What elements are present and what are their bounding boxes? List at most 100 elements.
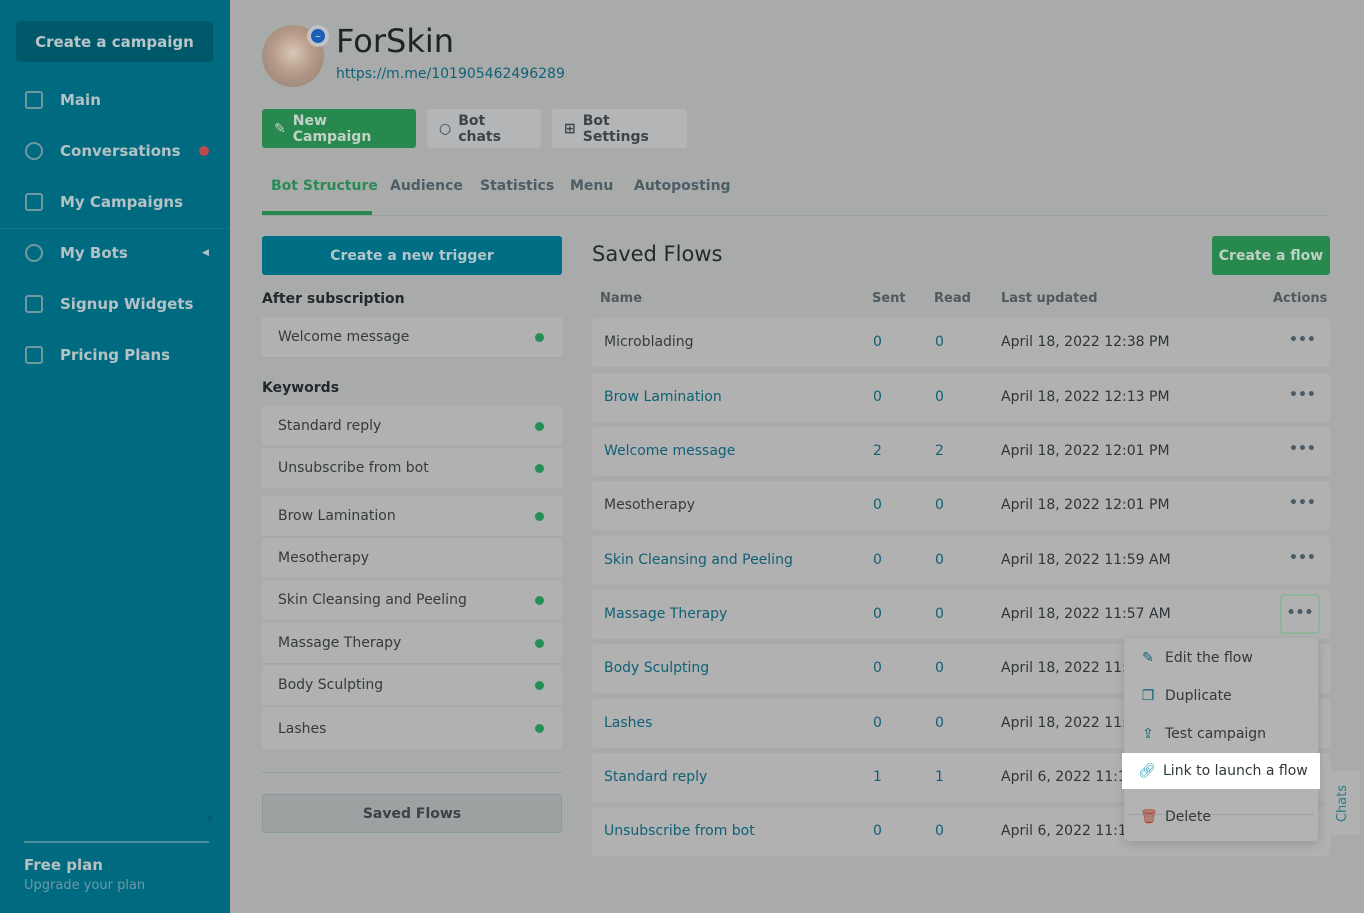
menu-label: Edit the flow xyxy=(1165,650,1253,666)
flow-name: Microblading xyxy=(604,334,694,350)
divider xyxy=(262,772,562,773)
read-count[interactable]: 2 xyxy=(935,443,944,459)
trigger-item[interactable]: Lashes xyxy=(262,707,562,751)
tab-bot-structure[interactable]: Bot Structure xyxy=(271,178,378,194)
flow-name[interactable]: Unsubscribe from bot xyxy=(604,823,755,839)
sent-count[interactable]: 0 xyxy=(873,334,882,350)
menu-item-duplicate[interactable]: ❐ Duplicate xyxy=(1124,678,1318,714)
trigger-item[interactable]: Skin Cleansing and Peeling xyxy=(262,580,562,621)
column-header: Last updated xyxy=(1001,291,1098,306)
more-actions-icon[interactable]: ••• xyxy=(1289,493,1316,517)
sent-count[interactable]: 1 xyxy=(873,769,882,785)
sent-count[interactable]: 2 xyxy=(873,443,882,459)
bot-url-link[interactable]: https://m.me/101905462496289 xyxy=(336,66,565,82)
trigger-item[interactable]: Standard reply xyxy=(262,406,562,447)
last-updated: April 18, 2022 12:01 PM xyxy=(1001,443,1170,459)
item-label: Unsubscribe from bot xyxy=(278,460,429,476)
wallet-icon xyxy=(25,346,43,364)
sidebar-item-my-campaigns[interactable]: My Campaigns xyxy=(0,182,230,222)
trigger-item[interactable]: Welcome message xyxy=(262,317,562,358)
status-dot xyxy=(535,421,544,431)
more-actions-icon[interactable]: ••• xyxy=(1289,548,1316,572)
collapse-sidebar-icon[interactable]: ‹ xyxy=(206,808,213,829)
status-dot xyxy=(535,680,544,690)
read-count[interactable]: 0 xyxy=(935,606,944,622)
last-updated: April 6, 2022 11:1 xyxy=(1001,823,1127,839)
read-count[interactable]: 0 xyxy=(935,823,944,839)
item-label: Brow Lamination xyxy=(278,508,396,524)
sidebar-item-my-bots[interactable]: My Bots ◀ xyxy=(0,233,230,273)
sent-count[interactable]: 0 xyxy=(873,660,882,676)
new-campaign-button[interactable]: ✎ New Campaign xyxy=(262,109,416,148)
saved-flows-button[interactable]: Saved Flows xyxy=(262,794,562,833)
sent-count[interactable]: 0 xyxy=(873,606,882,622)
more-actions-icon[interactable]: ••• xyxy=(1280,594,1320,634)
page-title: ForSkin xyxy=(336,22,455,60)
item-label: Body Sculpting xyxy=(278,677,384,693)
tab-menu[interactable]: Menu xyxy=(570,178,613,194)
read-count[interactable]: 0 xyxy=(935,334,944,350)
saved-flows-title: Saved Flows xyxy=(592,242,723,266)
last-updated: April 18, 2022 11: xyxy=(1001,715,1127,731)
tab-audience[interactable]: Audience xyxy=(390,178,463,194)
bot-chats-button[interactable]: ○ Bot chats xyxy=(427,109,541,148)
status-dot xyxy=(535,638,544,648)
trigger-item[interactable]: Body Sculpting xyxy=(262,665,562,706)
status-dot xyxy=(535,332,544,342)
status-dot xyxy=(535,463,544,473)
flow-name[interactable]: Skin Cleansing and Peeling xyxy=(604,552,793,568)
upgrade-plan-link[interactable]: Upgrade your plan xyxy=(24,878,145,893)
trigger-item[interactable]: Mesotherapy xyxy=(262,538,562,579)
flow-name[interactable]: Welcome message xyxy=(604,443,735,459)
last-updated: April 18, 2022 11: xyxy=(1001,660,1127,676)
sent-count[interactable]: 0 xyxy=(873,715,882,731)
trigger-item[interactable]: Brow Lamination xyxy=(262,496,562,537)
more-actions-icon[interactable]: ••• xyxy=(1289,439,1316,463)
flow-name[interactable]: Brow Lamination xyxy=(604,389,722,405)
sent-count[interactable]: 0 xyxy=(873,823,882,839)
create-flow-button[interactable]: Create a flow xyxy=(1212,236,1330,275)
sent-count[interactable]: 0 xyxy=(873,552,882,568)
last-updated: April 18, 2022 11:59 AM xyxy=(1001,552,1171,568)
create-campaign-button[interactable]: Create a campaign xyxy=(16,21,213,62)
read-count[interactable]: 0 xyxy=(935,660,944,676)
flow-name[interactable]: Lashes xyxy=(604,715,652,731)
flow-row: Skin Cleansing and Peeling 0 0 April 18,… xyxy=(592,536,1330,585)
flow-row: Brow Lamination 0 0 April 18, 2022 12:13… xyxy=(592,373,1330,422)
sidebar-item-conversations[interactable]: Conversations xyxy=(0,131,230,171)
chat-icon: ○ xyxy=(439,120,452,137)
messenger-icon: ~ xyxy=(311,29,325,43)
flow-name[interactable]: Massage Therapy xyxy=(604,606,727,622)
read-count[interactable]: 0 xyxy=(935,552,944,568)
sent-count[interactable]: 0 xyxy=(873,389,882,405)
create-trigger-button[interactable]: Create a new trigger xyxy=(262,236,562,275)
column-header: Sent xyxy=(872,291,906,306)
read-count[interactable]: 0 xyxy=(935,389,944,405)
flow-name[interactable]: Standard reply xyxy=(604,769,707,785)
more-actions-icon[interactable]: ••• xyxy=(1289,330,1316,354)
flow-name[interactable]: Body Sculpting xyxy=(604,660,709,676)
chats-tab[interactable]: Chats xyxy=(1326,771,1360,835)
trigger-item[interactable]: Massage Therapy xyxy=(262,623,562,664)
menu-item-edit[interactable]: ✎ Edit the flow xyxy=(1124,640,1318,676)
nav-label: Conversations xyxy=(60,142,181,160)
tab-autoposting[interactable]: Autoposting xyxy=(634,178,731,194)
read-count[interactable]: 0 xyxy=(935,497,944,513)
item-label: Skin Cleansing and Peeling xyxy=(278,592,467,608)
menu-item-link[interactable]: 🔗︎ Link to launch a flow xyxy=(1122,753,1320,789)
plan-title: Free plan xyxy=(24,856,103,874)
read-count[interactable]: 1 xyxy=(935,769,944,785)
sent-count[interactable]: 0 xyxy=(873,497,882,513)
menu-label: Test campaign xyxy=(1165,726,1267,742)
sidebar-item-main[interactable]: Main xyxy=(0,80,230,120)
menu-item-delete[interactable]: 🗑︎ Delete xyxy=(1124,799,1318,835)
last-updated: April 18, 2022 12:01 PM xyxy=(1001,497,1170,513)
sidebar-item-pricing-plans[interactable]: Pricing Plans xyxy=(0,335,230,375)
bot-settings-button[interactable]: ⊞ Bot Settings xyxy=(552,109,687,148)
sidebar-item-signup-widgets[interactable]: Signup Widgets xyxy=(0,284,230,324)
read-count[interactable]: 0 xyxy=(935,715,944,731)
trigger-item[interactable]: Unsubscribe from bot xyxy=(262,448,562,489)
menu-item-test[interactable]: ⇪ Test campaign xyxy=(1124,716,1318,752)
more-actions-icon[interactable]: ••• xyxy=(1289,385,1316,409)
tab-statistics[interactable]: Statistics xyxy=(480,178,554,194)
